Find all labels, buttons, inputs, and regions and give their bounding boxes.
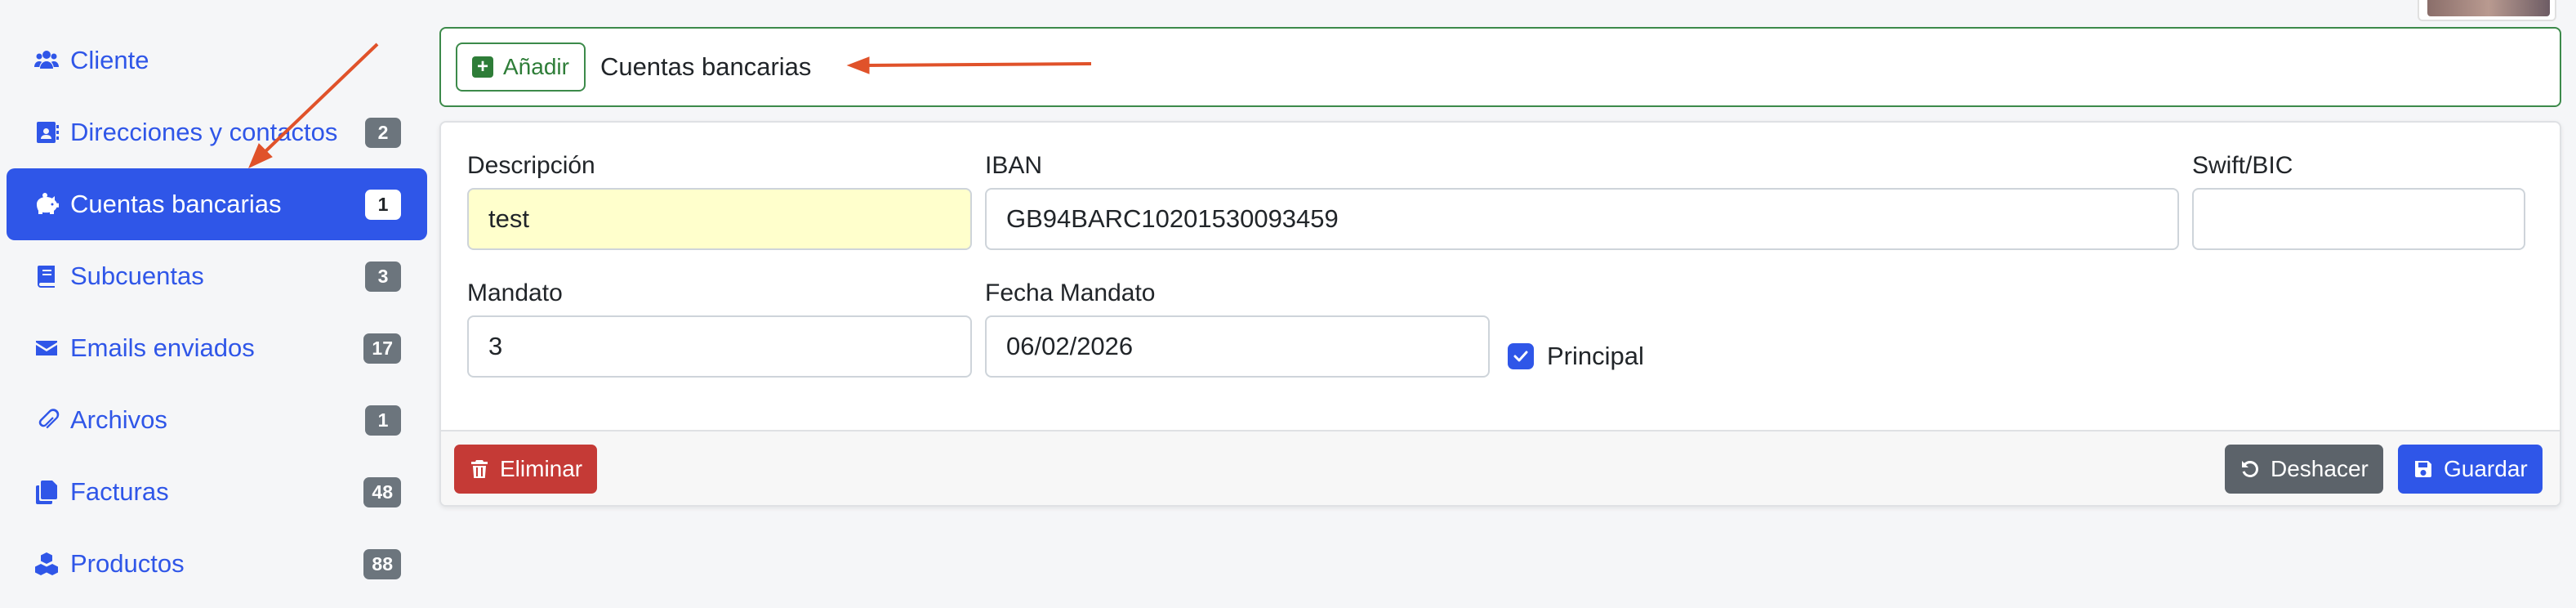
count-badge: 1 [365,405,401,436]
users-icon [31,45,62,76]
swift-input[interactable] [2192,188,2525,250]
sidebar-item-label: Facturas [70,477,169,506]
count-badge: 88 [363,548,401,579]
trash-icon [471,460,488,478]
sidebar-item-direcciones[interactable]: Direcciones y contactos 2 [7,96,427,168]
sidebar-item-label: Archivos [70,405,167,434]
piggy-bank-icon [31,189,62,220]
fecha-mandato-input[interactable]: 06/02/2026 [985,315,1490,378]
section-header: + Añadir Cuentas bancarias [439,27,2561,107]
add-button[interactable]: + Añadir [456,42,586,92]
descripcion-label: Descripción [467,152,595,179]
sidebar-item-emails[interactable]: Emails enviados 17 [7,312,427,384]
sidebar-item-archivos[interactable]: Archivos 1 [7,384,427,456]
check-icon [1513,351,1528,362]
count-badge: 48 [363,476,401,507]
floppy-icon [2415,461,2431,477]
fecha-mandato-label: Fecha Mandato [985,279,1156,306]
book-icon [31,261,62,292]
sidebar-item-label: Emails enviados [70,333,255,362]
mandato-input[interactable]: 3 [467,315,972,378]
sidebar-item-label: Subcuentas [70,262,204,290]
count-badge: 1 [365,189,401,220]
sidebar-item-label: Productos [70,549,185,578]
sidebar-item-cuentas-bancarias[interactable]: Cuentas bancarias 1 [7,168,427,240]
sidebar-item-productos[interactable]: Productos 88 [7,528,427,600]
envelope-icon [31,333,62,364]
delete-button[interactable]: Eliminar [454,445,598,494]
save-button-label: Guardar [2444,456,2528,481]
iban-group: IBAN GB94BARC10201530093459 [985,152,2179,250]
plus-square-icon: + [472,56,493,78]
iban-input[interactable]: GB94BARC10201530093459 [985,188,2179,250]
bank-account-card: Descripción test IBAN GB94BARC1020153009… [439,121,2561,507]
sidebar-item-facturas[interactable]: Facturas 48 [7,456,427,528]
undo-button-label: Deshacer [2271,456,2369,481]
count-badge: 17 [363,333,401,364]
sidebar-item-label: Direcciones y contactos [70,118,338,146]
address-book-icon [31,117,62,148]
mandato-label: Mandato [467,279,563,306]
swift-label: Swift/BIC [2192,152,2293,179]
sidebar-item-cliente[interactable]: Cliente [7,25,427,96]
descripcion-group: Descripción test [467,152,972,250]
principal-checkbox-group[interactable]: Principal [1508,342,1644,371]
count-badge: 3 [365,261,401,292]
card-footer: Eliminar Deshacer Guardar [441,430,2560,505]
sidebar-item-subcuentas[interactable]: Subcuentas 3 [7,240,427,312]
delete-button-label: Eliminar [500,456,583,481]
sidebar-item-label: Cliente [70,46,149,74]
mandato-group: Mandato 3 [467,279,972,378]
iban-label: IBAN [985,152,1043,179]
avatar[interactable] [2418,0,2556,21]
principal-checkbox[interactable] [1508,343,1534,369]
paperclip-icon [31,405,62,436]
add-button-label: Añadir [503,54,569,79]
undo-icon [2242,460,2259,477]
avatar-image [2427,0,2550,16]
cubes-icon [31,548,62,579]
undo-button[interactable]: Deshacer [2225,445,2383,494]
sidebar-item-label: Cuentas bancarias [70,190,282,218]
principal-label: Principal [1547,342,1644,370]
section-title: Cuentas bancarias [599,52,812,81]
count-badge: 2 [365,117,401,148]
copy-icon [31,476,62,507]
swift-group: Swift/BIC [2192,152,2525,250]
descripcion-input[interactable]: test [467,188,972,250]
sidebar: Cliente Direcciones y contactos 2 Cuenta… [7,25,427,600]
save-button[interactable]: Guardar [2398,445,2543,494]
fecha-mandato-group: Fecha Mandato 06/02/2026 [985,279,1490,378]
